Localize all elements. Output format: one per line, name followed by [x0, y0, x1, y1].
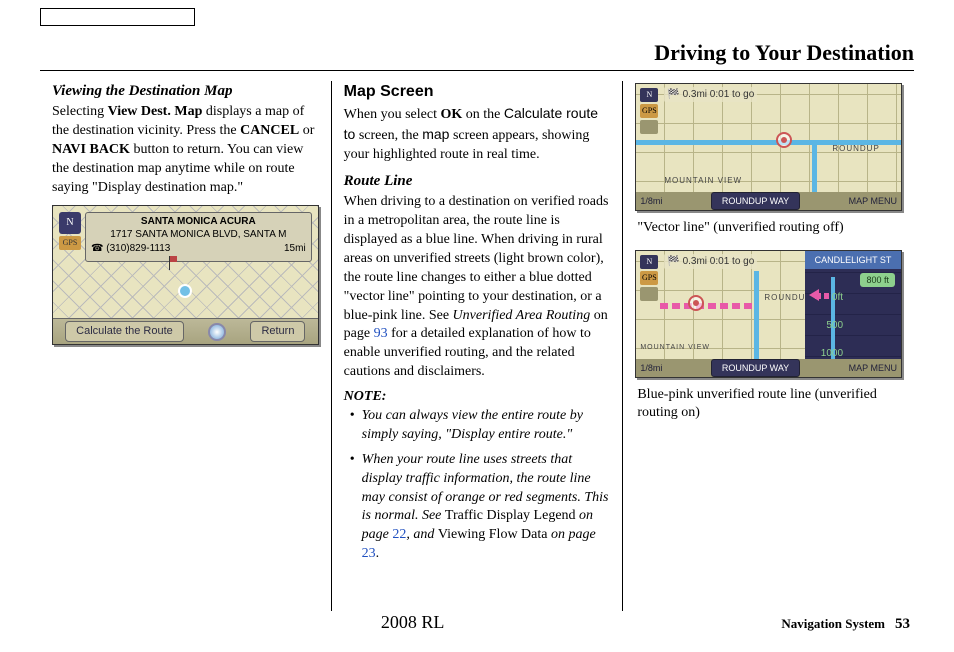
turn-arrow-icon: [809, 289, 819, 301]
scale-tick: 0ft: [832, 291, 843, 305]
street-center: ROUNDUP WAY: [711, 192, 800, 210]
caption-vector-on: Blue-pink unverified route line (unverif…: [637, 386, 902, 424]
dest-phone: (310)829-1113: [106, 243, 170, 254]
street-label: MOUNTAIN VIEW: [640, 343, 710, 352]
page-ref-link[interactable]: 23: [362, 546, 376, 561]
page-footer: 2008 RL Navigation System 53: [0, 610, 954, 634]
page-ref-link[interactable]: 93: [374, 326, 388, 341]
column-3: N GPS 🏁 0.3mi 0:01 to go ROUNDUP MOUNTAI…: [622, 81, 914, 611]
route-line-blue-v: [812, 140, 817, 192]
note-label: NOTE:: [344, 388, 611, 407]
column-1: Viewing the Destination Map Selecting Vi…: [40, 81, 331, 611]
column-2: Map Screen When you select OK on the Cal…: [331, 81, 623, 611]
page-ref-link[interactable]: 22: [392, 527, 406, 542]
text-upright: Viewing Flow Data: [438, 527, 548, 542]
side-icons: N GPS: [640, 88, 660, 136]
text: screen, the: [355, 128, 422, 143]
destination-flag-icon: [169, 256, 179, 270]
map-menu-button[interactable]: MAP MENU: [845, 362, 901, 374]
distance-readout: 🏁 0.3mi 0:01 to go: [664, 87, 757, 103]
para-viewing-dest: Selecting View Dest. Map displays a map …: [52, 103, 319, 197]
text-bold: OK: [440, 107, 462, 122]
text: on page: [547, 527, 595, 542]
option-icon: [640, 120, 658, 134]
panel-street-name: CANDLELIGHT ST: [805, 251, 901, 269]
gps-icon: GPS: [59, 236, 81, 250]
text: .: [376, 546, 380, 561]
note-bullet-1: You can always view the entire route by …: [348, 407, 611, 445]
figure-bottom-bar: 1/8mi ROUNDUP WAY MAP MENU: [636, 192, 901, 210]
calculate-route-button[interactable]: Calculate the Route: [65, 321, 184, 342]
para-route-line: When driving to a destination on verifie…: [344, 193, 611, 382]
route-line-pink: [660, 303, 756, 309]
text: , and: [406, 527, 438, 542]
street-label: ROUNDUP: [832, 144, 879, 155]
gps-icon: GPS: [640, 271, 658, 285]
text: Selecting: [52, 104, 108, 119]
dest-name: SANTA MONICA ACURA: [91, 216, 306, 229]
figure-bottom-bar: Calculate the Route Return: [53, 318, 318, 344]
footer-page-number: 53: [895, 614, 910, 634]
figure-vector-line-on: N GPS 🏁 0.3mi 0:01 to go ROUNDUP MOUNTAI…: [635, 250, 902, 378]
text: When you select: [344, 107, 441, 122]
text-upright: Traffic Display Legend: [445, 508, 576, 523]
content-columns: Viewing the Destination Map Selecting Vi…: [40, 81, 914, 611]
heading-map-screen: Map Screen: [344, 81, 611, 103]
map-menu-button[interactable]: MAP MENU: [845, 195, 901, 207]
text-bold: NAVI BACK: [52, 142, 130, 157]
side-icons: N GPS: [640, 255, 660, 303]
destination-marker-icon: [776, 132, 792, 148]
gps-icon: GPS: [640, 104, 658, 118]
footer-model: 2008 RL: [44, 610, 781, 634]
text-sans: map: [422, 126, 449, 142]
text: on the: [462, 107, 504, 122]
street-center: ROUNDUP WAY: [711, 359, 800, 377]
note-bullet-2: When your route line uses streets that d…: [348, 451, 611, 564]
distance-text: 0.3mi 0:01 to go: [683, 256, 755, 267]
heading-viewing-dest-map: Viewing the Destination Map: [52, 81, 319, 101]
compass-icon: N: [640, 88, 658, 102]
text-italic: Unverified Area Routing: [453, 308, 591, 323]
distance-marker: 800 ft: [860, 273, 895, 287]
street-label: MOUNTAIN VIEW: [664, 176, 742, 187]
option-icon: [640, 287, 658, 301]
top-empty-box: [40, 8, 195, 26]
footer-section-label: Navigation System: [781, 615, 885, 633]
vehicle-position-icon: [178, 284, 192, 298]
return-button[interactable]: Return: [250, 321, 305, 342]
text: When driving to a destination on verifie…: [344, 194, 609, 322]
distance-text: 0.3mi 0:01 to go: [683, 89, 755, 100]
distance-readout: 🏁 0.3mi 0:01 to go: [664, 254, 757, 270]
compass-icon: N: [640, 255, 658, 269]
dest-address: 1717 SANTA MONICA BLVD, SANTA M: [91, 229, 306, 242]
destination-info-box: SANTA MONICA ACURA 1717 SANTA MONICA BLV…: [85, 212, 312, 262]
scale-label: 1/8mi: [636, 195, 666, 207]
figure-bottom-bar: 1/8mi ROUNDUP WAY MAP MENU: [636, 359, 901, 377]
figure-destination-map: N GPS SANTA MONICA ACURA 1717 SANTA MONI…: [52, 205, 319, 345]
heading-route-line: Route Line: [344, 171, 611, 191]
figure-vector-line-off: N GPS 🏁 0.3mi 0:01 to go ROUNDUP MOUNTAI…: [635, 83, 902, 211]
page-title: Driving to Your Destination: [40, 38, 914, 71]
text-bold: View Dest. Map: [108, 104, 203, 119]
caption-vector-off: "Vector line" (unverified routing off): [637, 219, 902, 238]
joystick-icon: [208, 323, 226, 341]
destination-marker-icon: [688, 295, 704, 311]
para-map-screen: When you select OK on the Calculate rout…: [344, 104, 611, 165]
text-bold: CANCEL: [240, 123, 299, 138]
scale-tick: 500: [826, 319, 843, 333]
text: or: [299, 123, 314, 138]
dest-distance: 15mi: [284, 243, 306, 256]
compass-icon: N: [59, 212, 81, 234]
note-bullets: You can always view the entire route by …: [348, 407, 611, 564]
scale-label: 1/8mi: [636, 362, 666, 374]
route-line-blue-v: [754, 271, 759, 359]
